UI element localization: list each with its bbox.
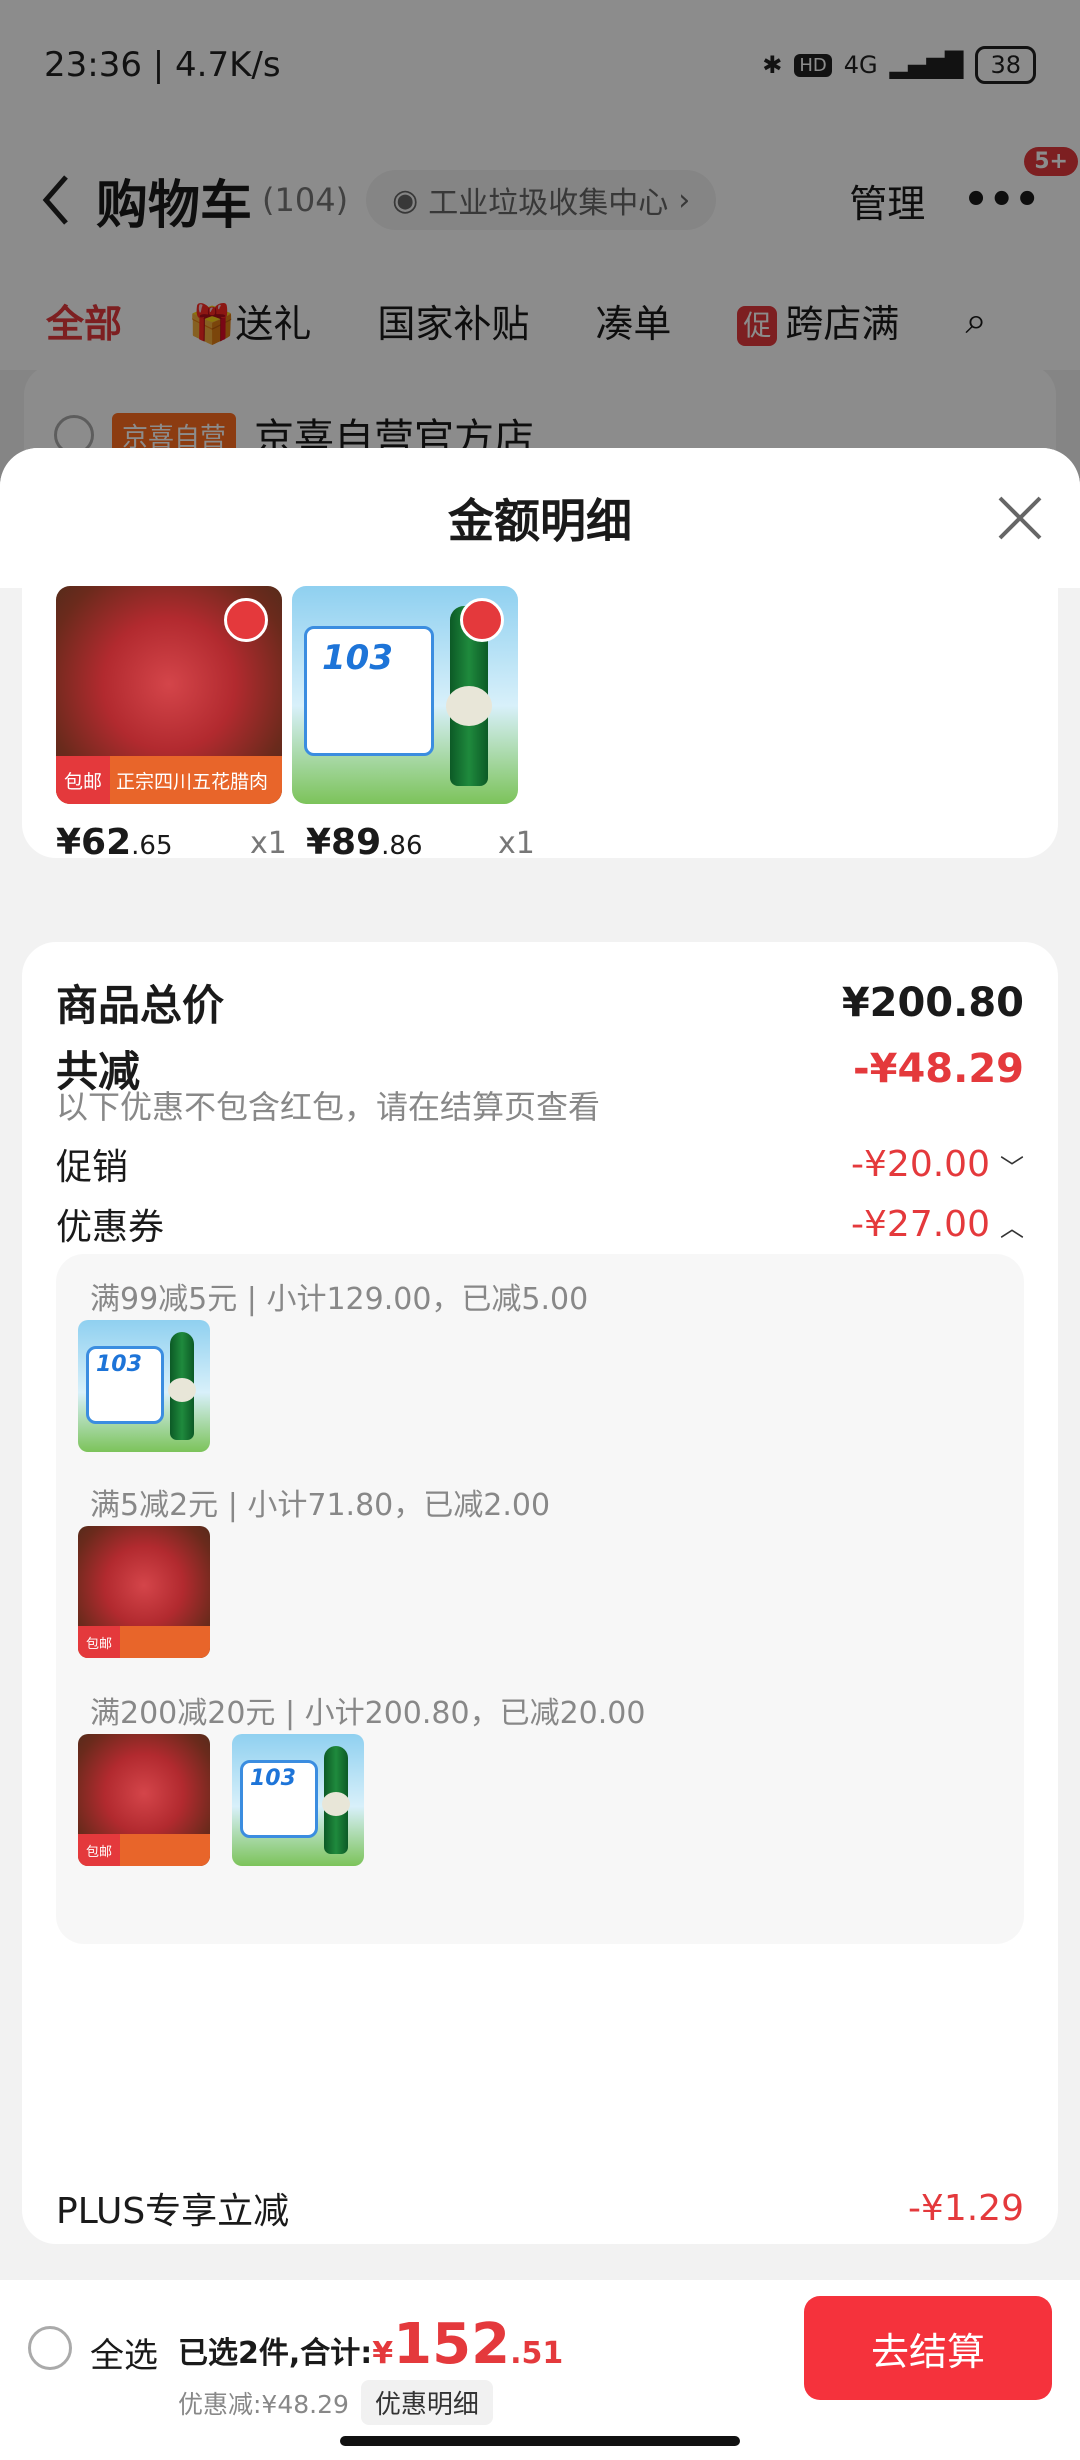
product-qty: x1 xyxy=(250,826,287,861)
coupon-row[interactable]: 优惠券 -¥27.00 ︿ xyxy=(56,1198,1024,1250)
coupon-product-pork: 包邮 xyxy=(78,1526,210,1658)
detail-pill-button[interactable]: 优惠明细 xyxy=(360,2380,493,2425)
saved-amount: 优惠减:¥48.29 xyxy=(178,2389,349,2419)
chevron-up-icon: ︿ xyxy=(1000,1213,1024,1242)
checked-icon xyxy=(224,598,268,642)
product-qty: x1 xyxy=(498,826,535,861)
close-icon[interactable] xyxy=(990,488,1050,548)
home-indicator[interactable] xyxy=(340,2436,740,2446)
subtotal-row: 商品总价 ¥200.80 xyxy=(56,979,1024,1031)
discount-note: 以下优惠不包含红包，请在结算页查看 xyxy=(56,1088,601,1126)
total-amount: 152 xyxy=(393,2312,511,2377)
coupon-line: 满200减20元 | 小计200.80，已减20.00 xyxy=(90,1696,646,1731)
select-all-checkbox[interactable] xyxy=(28,2326,72,2370)
coupon-product-pork: 包邮 xyxy=(78,1734,210,1866)
coupon-product-beer: 103 xyxy=(78,1320,210,1452)
select-all-label[interactable]: 全选 xyxy=(90,2328,158,2377)
selected-products: 包邮 正宗四川五花腊肉 103 ¥62.65 x1 ¥89.86 x1 xyxy=(22,586,1058,863)
product-price: ¥89.86 xyxy=(306,822,423,863)
total-line: 已选2件,合计: ¥ 152 .51 xyxy=(178,2312,564,2377)
sheet-header: 金额明细 xyxy=(0,448,1080,588)
checkout-bar: 全选 已选2件,合计: ¥ 152 .51 优惠减:¥48.29 优惠明细 去结… xyxy=(0,2280,1080,2460)
plus-row: PLUS专享立减 -¥1.29 xyxy=(56,2187,1024,2233)
sheet-title: 金额明细 xyxy=(448,494,632,548)
amount-detail-sheet: 金额明细 包邮 正宗四川五花腊肉 103 ¥62.65 x1 ¥89.86 x1 … xyxy=(0,448,1080,2460)
chevron-down-icon: ﹀ xyxy=(1000,1153,1024,1182)
product-image-beer[interactable]: 103 xyxy=(292,586,518,804)
checkout-button[interactable]: 去结算 xyxy=(804,2296,1052,2400)
checked-icon xyxy=(460,598,504,642)
coupon-list: 满99减5元 | 小计129.00，已减5.00 103 满5减2元 | 小计7… xyxy=(56,1254,1024,1944)
coupon-line: 满99减5元 | 小计129.00，已减5.00 xyxy=(90,1282,589,1317)
product-image-pork[interactable]: 包邮 正宗四川五花腊肉 xyxy=(56,586,282,804)
coupon-line: 满5减2元 | 小计71.80，已减2.00 xyxy=(90,1488,551,1523)
price-breakdown: 商品总价 ¥200.80 共减 -¥48.29 以下优惠不包含红包，请在结算页查看 … xyxy=(22,942,1058,2244)
product-price: ¥62.65 xyxy=(56,822,173,863)
coupon-product-beer: 103 xyxy=(232,1734,364,1866)
promo-row[interactable]: 促销 -¥20.00 ﹀ xyxy=(56,1138,1024,1190)
